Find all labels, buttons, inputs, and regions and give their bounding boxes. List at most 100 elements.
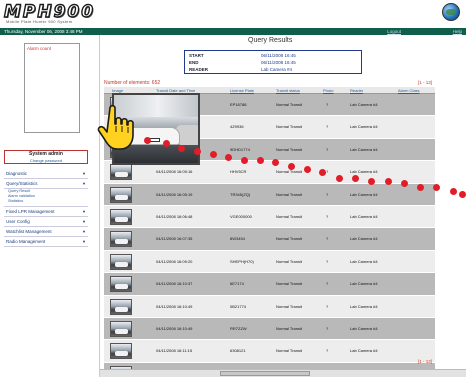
query-submenu: Query Result Alarm validation Statistics	[4, 189, 88, 207]
cell-license-plate: HHV5CR	[230, 169, 247, 175]
query-reader-row: READER Lab Camera #4	[189, 66, 357, 73]
trail-dot	[433, 184, 440, 191]
cell-reader: Lab Camera #4	[350, 236, 378, 242]
query-reader-label: READER	[189, 67, 209, 72]
cell-license-plate: 6308121	[230, 348, 246, 354]
submenu-statistics[interactable]: Statistics	[8, 199, 88, 204]
menu-label: Watchlist Management	[6, 229, 52, 234]
trail-dot	[336, 175, 343, 182]
trail-dot	[210, 151, 217, 158]
mph900-logo: MPH900 Mobile Plate Hunter 900 System	[3, 1, 204, 24]
cell-transit-status: Normal Transit	[276, 258, 303, 264]
scrollbar-thumb[interactable]	[220, 371, 310, 376]
alarm-count-title: Alarm count	[27, 46, 52, 51]
vehicle-thumbnail[interactable]	[110, 208, 132, 225]
trail-dot	[225, 154, 232, 161]
table-row[interactable]: 04/11/2008 16:10:49 0B21774 Normal Transit…	[104, 295, 435, 318]
cell-license-plate: 6E7174	[230, 281, 244, 287]
trail-dot	[288, 163, 295, 170]
query-end-label: END	[189, 60, 199, 65]
date-line: Thursday, November 06, 2008 3:48 PM	[4, 29, 83, 34]
menu-item-radio[interactable]: Radio Management ▼	[4, 237, 88, 247]
menu-label: Query/Statistics	[6, 181, 38, 186]
help-link[interactable]: Help	[453, 28, 462, 35]
chevron-down-icon: ▼	[82, 181, 86, 186]
table-row[interactable]: 04/11/2008 16:07:35 8W3454 Normal Transit?…	[104, 228, 435, 251]
cell-transit-status: Normal Transit	[276, 303, 303, 309]
change-password-link[interactable]: Change password	[5, 158, 87, 163]
logo-subtitle: Mobile Plate Hunter 900 System	[6, 19, 73, 24]
chevron-down-icon: ▼	[82, 239, 86, 244]
menu-item-diagnostic[interactable]: Diagnostic ▼	[4, 169, 88, 179]
cell-photo: ?	[326, 325, 329, 331]
cell-license-plate: VGE000000	[230, 213, 252, 219]
vehicle-thumbnail[interactable]	[110, 186, 132, 203]
table-row[interactable]: 04/11/2008 16:06:48 VGE000000 Normal Trans…	[104, 205, 435, 229]
page-range-bottom[interactable]: [1 - 13]	[418, 359, 432, 364]
col-alarm-class[interactable]: Alarm Class	[398, 87, 420, 94]
cell-reader: Lab Camera #4	[350, 146, 378, 152]
cell-reader: Lab Camera #4	[350, 258, 378, 264]
menu-item-user-config[interactable]: User Config ▼	[4, 217, 88, 227]
element-count: Number of elements: 652	[104, 80, 161, 86]
trail-dot	[368, 178, 375, 185]
menu-label: User Config	[6, 219, 30, 224]
trail-dot	[272, 159, 279, 166]
cell-license-plate: RR7ZZW	[230, 325, 247, 331]
vehicle-thumbnail[interactable]	[110, 276, 132, 293]
main-menu: Diagnostic ▼ Query/Statistics ▼ Query Resu…	[4, 169, 88, 247]
trail-dot	[257, 157, 264, 164]
trail-dot	[319, 169, 326, 176]
cell-photo: ?	[326, 213, 329, 219]
vehicle-thumbnail[interactable]	[110, 164, 132, 181]
cell-license-plate: 8W3454	[230, 236, 245, 242]
hand-cursor-icon	[97, 104, 134, 150]
cell-photo: ?	[326, 124, 329, 130]
chevron-down-icon: ▼	[82, 229, 86, 234]
cell-photo: ?	[326, 303, 329, 309]
col-photo[interactable]: Photo	[323, 87, 333, 94]
vehicle-thumbnail[interactable]	[110, 343, 132, 360]
cell-transit-date: 04/11/2008 16:10:49	[156, 303, 193, 309]
menu-item-fixed-lpr[interactable]: Fixed LPR Management ▼	[4, 207, 88, 217]
cell-transit-status: Normal Transit	[276, 281, 303, 287]
table-row[interactable]: 04/11/2008 16:10:49 RR7ZZW Normal Transit?…	[104, 317, 435, 341]
trail-dot	[163, 140, 170, 147]
chevron-down-icon: ▼	[82, 209, 86, 214]
globe-icon[interactable]	[442, 3, 460, 21]
vehicle-thumbnail[interactable]	[110, 253, 132, 270]
trail-dot	[459, 191, 466, 198]
trail-dot	[194, 148, 201, 155]
trail-dot	[352, 175, 359, 182]
menu-label: Diagnostic	[6, 171, 28, 176]
trail-dot	[450, 188, 457, 195]
cell-reader: Lab Camera #4	[350, 281, 378, 287]
cell-photo: ?	[326, 191, 329, 197]
cell-license-plate: EP18788	[230, 102, 247, 107]
horizontal-scrollbar[interactable]	[100, 369, 466, 377]
trail-dot	[178, 145, 185, 152]
table-row[interactable]: 04/11/2008 16:09:20 SHEPH(H70) Normal Tran…	[104, 250, 435, 274]
status-bar: Thursday, November 06, 2008 3:48 PM Logo…	[0, 28, 466, 35]
cell-license-plate: TR345(ZQ)	[230, 191, 251, 197]
col-reader[interactable]: Reader	[350, 87, 363, 94]
cell-transit-date: 04/11/2008 16:07:35	[156, 236, 193, 242]
vehicle-thumbnail[interactable]	[110, 298, 132, 315]
col-license-plate[interactable]: License Plate	[230, 87, 254, 94]
col-transit-status[interactable]: Transit status	[276, 87, 300, 94]
query-end-row: END 06/11/2008 16:45	[189, 59, 357, 66]
menu-item-watchlist[interactable]: Watchlist Management ▼	[4, 227, 88, 237]
vehicle-thumbnail[interactable]	[110, 231, 132, 248]
menu-item-query-statistics[interactable]: Query/Statistics ▼	[4, 179, 88, 189]
logout-link[interactable]: Logout	[387, 28, 401, 35]
page-range-top[interactable]: [1 - 13]	[418, 80, 432, 85]
cell-transit-status: Normal Transit	[276, 191, 303, 197]
trail-dot	[241, 157, 248, 164]
table-row[interactable]: 04/11/2008 16:10:37 6E7174 Normal Transit?…	[104, 273, 435, 296]
table-row[interactable]: 04/11/2008 16:05:19 TR345(ZQ) Normal Trans…	[104, 183, 435, 206]
cell-photo: ?	[326, 102, 329, 107]
table-row[interactable]: 04/11/2008 16:11:15 6308121 Normal Transit…	[104, 340, 435, 363]
cell-photo: ?	[326, 236, 329, 242]
trail-dot	[385, 178, 392, 185]
vehicle-thumbnail[interactable]	[110, 320, 132, 337]
